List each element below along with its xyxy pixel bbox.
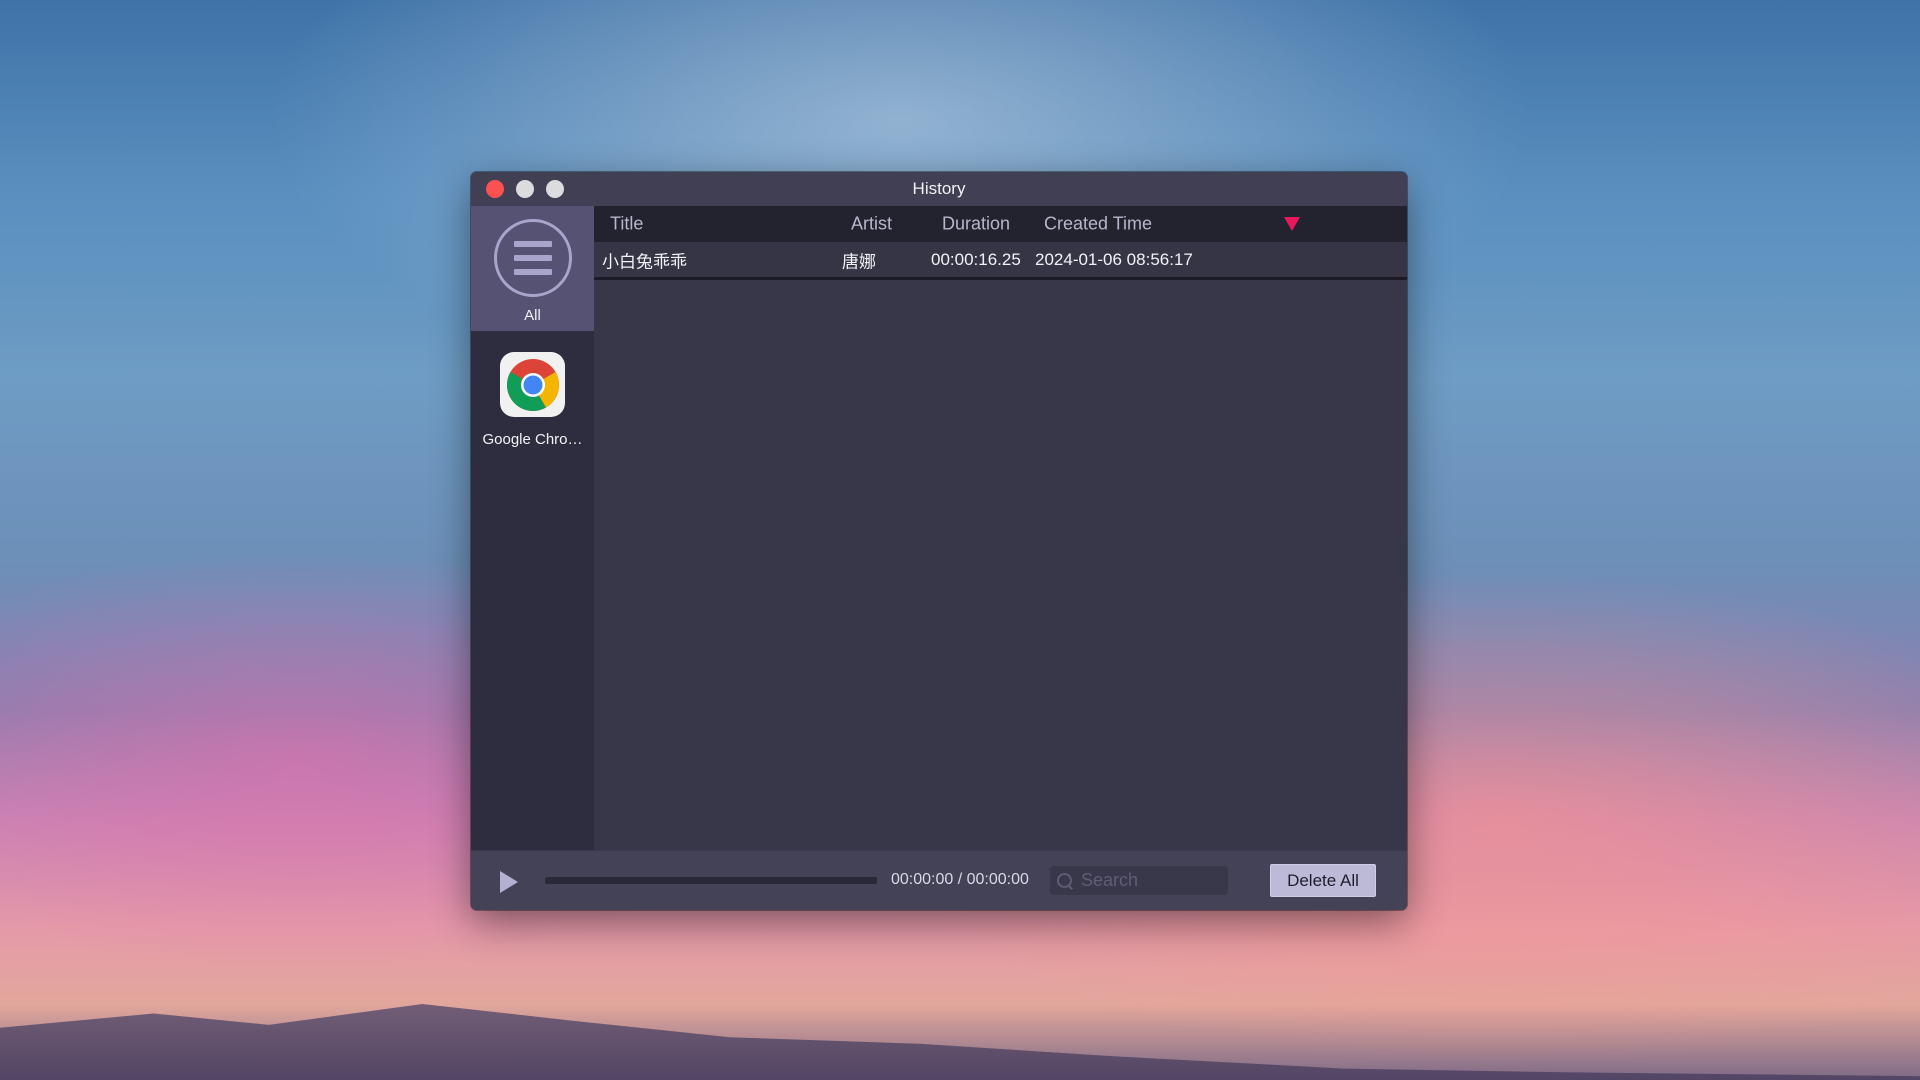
title-bar[interactable]: History: [471, 172, 1407, 206]
player-toolbar: 00:00:00 / 00:00:00 Delete All: [471, 850, 1407, 910]
cell-duration: 00:00:16.25: [931, 249, 1021, 269]
sort-descending-icon[interactable]: [1284, 217, 1300, 231]
playback-time: 00:00:00 / 00:00:00: [891, 871, 1029, 888]
history-window: History All Google Chro… Title Artist Du…: [471, 172, 1407, 910]
sidebar-item-google-chrome[interactable]: Google Chro…: [471, 331, 594, 456]
column-header-artist[interactable]: Artist: [851, 214, 892, 235]
sidebar-item-label: All: [524, 307, 541, 324]
play-icon[interactable]: [500, 871, 518, 893]
sidebar-item-label: Google Chro…: [482, 431, 583, 448]
desktop-wallpaper-mountains: [0, 1004, 1920, 1080]
window-controls: [486, 180, 564, 198]
cell-created-time: 2024-01-06 08:56:17: [1035, 249, 1193, 269]
window-title: History: [912, 179, 966, 198]
cell-title: 小白兔乖乖: [602, 252, 687, 271]
delete-all-button[interactable]: Delete All: [1270, 864, 1376, 897]
search-icon: [1056, 872, 1074, 890]
source-sidebar: All Google Chro…: [471, 206, 594, 850]
column-header-duration[interactable]: Duration: [942, 214, 1010, 235]
close-window-button[interactable]: [486, 180, 504, 198]
history-table: Title Artist Duration Created Time 小白兔乖乖…: [594, 206, 1407, 850]
table-row[interactable]: 小白兔乖乖 唐娜 00:00:16.25 2024-01-06 08:56:17: [594, 242, 1407, 280]
zoom-window-button[interactable]: [546, 180, 564, 198]
table-header: Title Artist Duration Created Time: [594, 206, 1407, 242]
column-header-created-time[interactable]: Created Time: [1044, 214, 1152, 235]
sidebar-item-all[interactable]: All: [471, 206, 594, 331]
playback-progress-slider[interactable]: [545, 877, 877, 884]
cell-artist: 唐娜: [842, 252, 876, 271]
minimize-window-button[interactable]: [516, 180, 534, 198]
list-icon: [493, 219, 572, 297]
search-input[interactable]: [1081, 870, 1221, 891]
search-field[interactable]: [1050, 866, 1228, 895]
google-chrome-icon: [500, 352, 565, 417]
column-header-title[interactable]: Title: [610, 214, 643, 235]
